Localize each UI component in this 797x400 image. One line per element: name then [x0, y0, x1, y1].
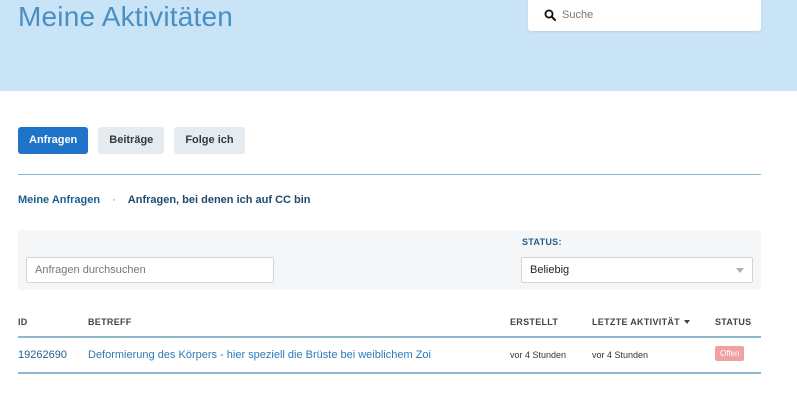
tab-folge-ich[interactable]: Folge ich: [174, 127, 245, 154]
column-header-id: ID: [18, 317, 28, 327]
tab-beitraege[interactable]: Beiträge: [98, 127, 165, 154]
requests-search-input[interactable]: [26, 257, 274, 283]
column-header-subject: BETREFF: [88, 317, 132, 327]
column-header-created: ERSTELLT: [510, 317, 559, 327]
search-box[interactable]: [528, 0, 761, 31]
subnav-cc-requests[interactable]: Anfragen, bei denen ich auf CC bin: [128, 194, 311, 206]
subnav-my-requests[interactable]: Meine Anfragen: [18, 194, 100, 206]
activity-tabs: Anfragen Beiträge Folge ich: [18, 127, 245, 154]
request-subject-link[interactable]: Deformierung des Körpers - hier speziell…: [88, 349, 431, 361]
subnav-separator: ·: [112, 194, 116, 206]
page-header: Meine Aktivitäten: [0, 0, 797, 91]
request-subnav: Meine Anfragen · Anfragen, bei denen ich…: [18, 194, 311, 206]
status-select-value: Beliebig: [530, 264, 570, 276]
status-badge: Offen: [715, 346, 745, 361]
tab-anfragen[interactable]: Anfragen: [18, 127, 89, 154]
search-icon: [544, 9, 556, 21]
request-created: vor 4 Stunden: [510, 350, 567, 360]
request-id[interactable]: 19262690: [18, 349, 67, 361]
sort-desc-icon: [683, 320, 690, 324]
chevron-down-icon: [736, 268, 744, 273]
column-header-last-activity-label: LETZTE AKTIVITÄT: [592, 317, 680, 327]
column-header-last-activity[interactable]: LETZTE AKTIVITÄT: [592, 317, 690, 327]
divider: [18, 174, 761, 175]
status-filter-label: STATUS:: [522, 237, 562, 247]
table-row: 19262690 Deformierung des Körpers - hier…: [18, 338, 761, 374]
page-title: Meine Aktivitäten: [18, 1, 234, 32]
column-header-status: STATUS: [715, 317, 752, 327]
search-input[interactable]: [562, 5, 752, 25]
request-last-activity: vor 4 Stunden: [592, 350, 649, 360]
status-select[interactable]: Beliebig: [521, 257, 753, 283]
table-header: ID BETREFF ERSTELLT LETZTE AKTIVITÄT STA…: [18, 310, 761, 338]
filter-panel: STATUS: Beliebig: [18, 230, 761, 290]
requests-table: ID BETREFF ERSTELLT LETZTE AKTIVITÄT STA…: [18, 310, 761, 374]
